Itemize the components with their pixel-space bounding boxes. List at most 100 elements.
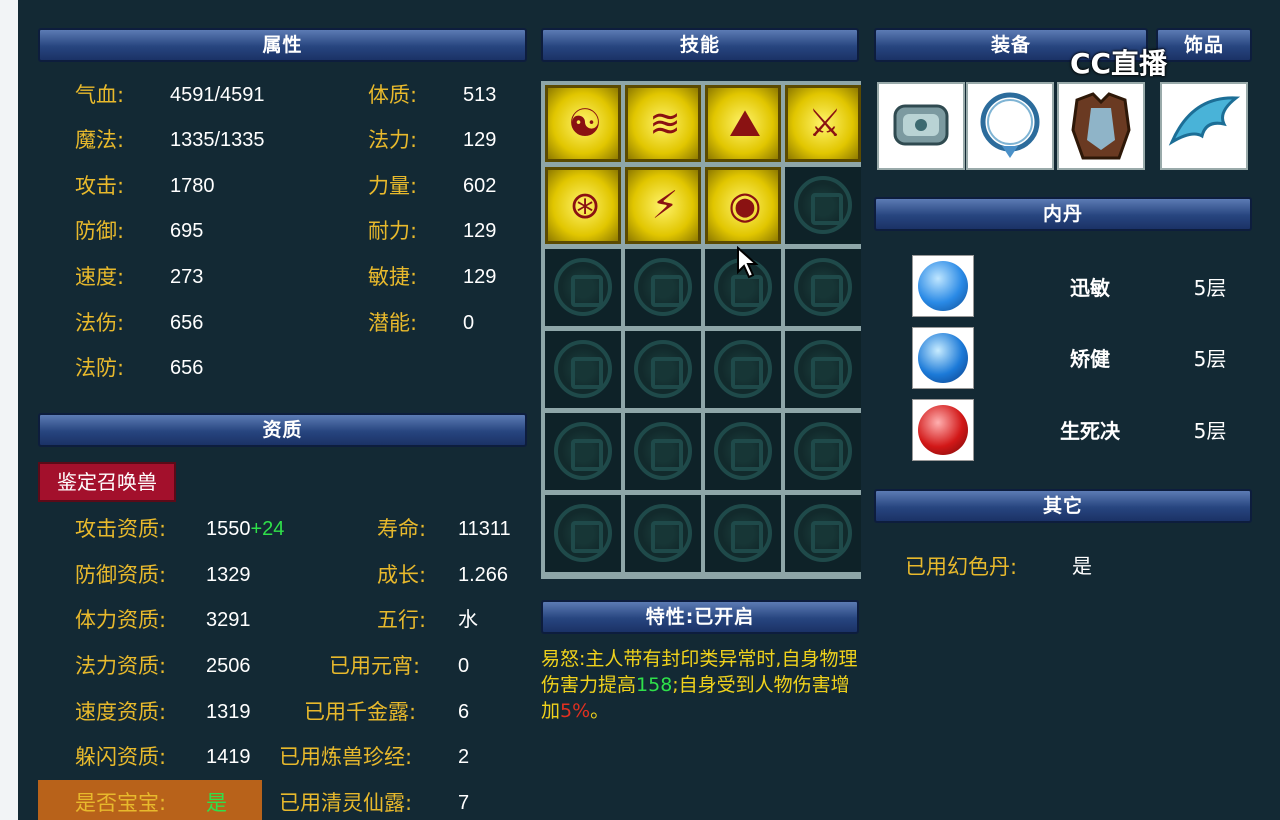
aptitude-label: 已用炼兽珍经: <box>279 745 413 769</box>
aptitude-value: 0 <box>458 655 470 677</box>
empty-skill-slot[interactable] <box>545 495 621 572</box>
header-aptitude: 资质 <box>38 413 527 447</box>
empty-skill-slot[interactable] <box>785 413 861 490</box>
aptitude-label: 寿命: <box>377 517 427 541</box>
inner-core-level: 5层 <box>1193 347 1227 371</box>
empty-skill-slot[interactable] <box>545 413 621 490</box>
other-label: 已用幻色丹: <box>905 555 1018 579</box>
skill-slash-icon: ⚡ <box>651 183 679 227</box>
aptitude-label: 已用清灵仙露: <box>279 791 413 815</box>
attr-value: 513 <box>463 84 497 106</box>
empty-skill-slot[interactable] <box>785 331 861 408</box>
empty-slot-knot-icon <box>714 504 772 562</box>
aptitude-value: 1419 <box>206 746 251 768</box>
attr-value: 0 <box>463 312 475 334</box>
empty-skill-slot[interactable] <box>625 495 701 572</box>
attr-label: 法力: <box>368 128 418 152</box>
wing-accessory-icon[interactable] <box>1160 82 1248 170</box>
empty-skill-slot[interactable] <box>785 249 861 326</box>
attr-label: 潜能: <box>368 311 418 335</box>
empty-skill-slot[interactable] <box>705 331 781 408</box>
skill-slot[interactable]: ⛰ <box>705 85 781 162</box>
attr-value: 695 <box>170 220 204 242</box>
empty-skill-slot[interactable] <box>705 413 781 490</box>
empty-skill-slot[interactable] <box>545 331 621 408</box>
attr-label: 攻击: <box>75 174 125 198</box>
attr-value: 129 <box>463 129 497 151</box>
header-inner-core: 内丹 <box>874 197 1252 231</box>
trait-description: 易怒:主人带有封印类异常时,自身物理伤害力提高158;自身受到人物伤害增加5%。 <box>541 646 861 724</box>
attr-label: 防御: <box>75 219 125 243</box>
drop-orb-icon[interactable] <box>912 327 974 389</box>
empty-skill-slot[interactable] <box>625 249 701 326</box>
attr-value: 656 <box>170 357 204 379</box>
empty-slot-knot-icon <box>794 504 852 562</box>
empty-slot-knot-icon <box>794 176 852 234</box>
empty-slot-knot-icon <box>554 504 612 562</box>
watermark-logo: CC直播 <box>1070 47 1168 80</box>
empty-skill-slot[interactable] <box>625 413 701 490</box>
skill-slot[interactable]: ⚔ <box>785 85 861 162</box>
header-other: 其它 <box>874 489 1252 523</box>
is-baby-label: 是否宝宝: <box>75 791 167 815</box>
skill-seal-icon: ⊛ <box>569 183 601 227</box>
attr-label: 敏捷: <box>368 265 418 289</box>
skill-slot[interactable]: ≋ <box>625 85 701 162</box>
empty-slot-knot-icon <box>634 258 692 316</box>
skill-slot[interactable]: ◉ <box>705 167 781 244</box>
skill-slot[interactable]: ☯ <box>545 85 621 162</box>
necklace-icon[interactable] <box>966 82 1054 170</box>
header-skills: 技能 <box>541 28 859 62</box>
empty-slot-knot-icon <box>554 340 612 398</box>
armor-icon[interactable] <box>1057 82 1145 170</box>
attr-label: 法伤: <box>75 311 125 335</box>
attr-value: 1780 <box>170 175 215 197</box>
attr-value: 273 <box>170 266 204 288</box>
empty-skill-slot[interactable] <box>785 495 861 572</box>
trait-text: 。 <box>590 700 610 722</box>
bracer-icon[interactable] <box>877 82 965 170</box>
empty-slot-knot-icon <box>634 504 692 562</box>
aptitude-label: 躲闪资质: <box>75 745 167 769</box>
trait-name: 易怒 <box>541 648 580 670</box>
empty-skill-slot[interactable] <box>625 331 701 408</box>
empty-slot-knot-icon <box>714 422 772 480</box>
attr-label: 魔法: <box>75 128 125 152</box>
inner-core-level: 5层 <box>1193 419 1227 443</box>
aptitude-label: 法力资质: <box>75 654 167 678</box>
aptitude-label: 体力资质: <box>75 608 167 632</box>
aptitude-label: 成长: <box>377 563 427 587</box>
empty-slot-knot-icon <box>634 340 692 398</box>
empty-skill-slot[interactable] <box>545 249 621 326</box>
aptitude-label: 防御资质: <box>75 563 167 587</box>
empty-skill-slot[interactable] <box>705 495 781 572</box>
empty-slot-knot-icon <box>794 340 852 398</box>
empty-slot-knot-icon <box>554 422 612 480</box>
empty-skill-slot[interactable] <box>785 167 861 244</box>
empty-slot-knot-icon <box>554 258 612 316</box>
aptitude-value: 7 <box>458 792 470 814</box>
aptitude-value: 11311 <box>458 518 511 540</box>
skill-slot[interactable]: ⊛ <box>545 167 621 244</box>
identify-pet-button[interactable]: 鉴定召唤兽 <box>38 462 176 502</box>
other-value: 是 <box>1072 556 1092 578</box>
aptitude-value: 3291 <box>206 609 251 631</box>
skill-sword-icon: ⚔ <box>807 101 843 145</box>
inner-core-name: 迅敏 <box>1070 276 1110 300</box>
aptitude-value: 1.266 <box>458 564 509 586</box>
aptitude-value: 水 <box>458 609 478 631</box>
empty-slot-knot-icon <box>634 422 692 480</box>
attr-value: 129 <box>463 220 497 242</box>
skill-monk-icon: ☯ <box>567 101 603 145</box>
empty-slot-knot-icon <box>714 340 772 398</box>
claw-orb-icon[interactable] <box>912 255 974 317</box>
attr-label: 力量: <box>368 174 418 198</box>
attr-label: 速度: <box>75 265 125 289</box>
skill-slot[interactable]: ⚡ <box>625 167 701 244</box>
attr-label: 法防: <box>75 356 125 380</box>
attr-value: 129 <box>463 266 497 288</box>
aptitude-value: 1319 <box>206 701 251 723</box>
aptitude-bonus: +24 <box>250 518 285 540</box>
header-accessory: 饰品 <box>1156 28 1252 62</box>
beast-orb-icon[interactable] <box>912 399 974 461</box>
